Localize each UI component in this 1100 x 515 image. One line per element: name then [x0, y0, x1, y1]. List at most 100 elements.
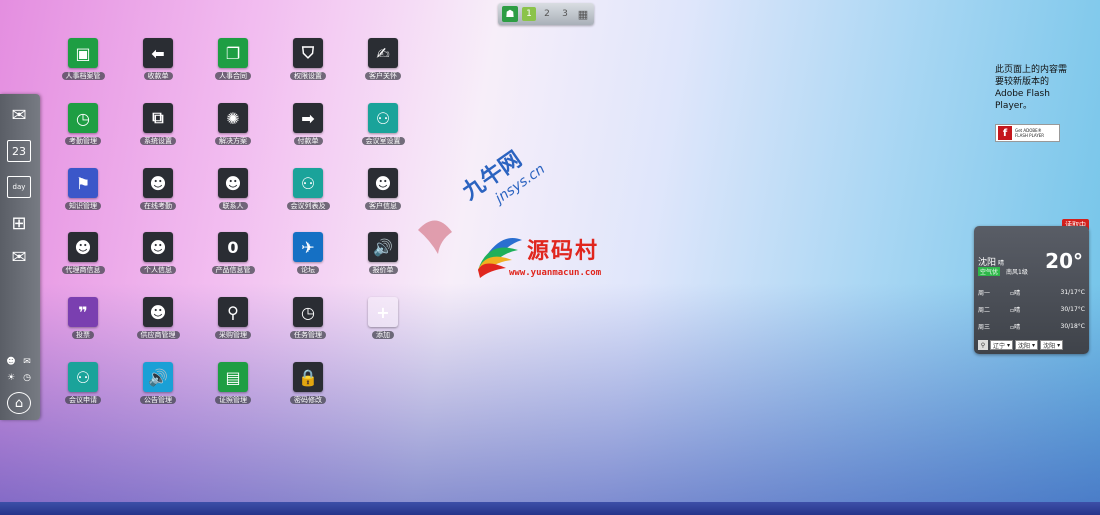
province-select[interactable]: 辽宁 ▾ [990, 340, 1014, 350]
app-label: 收款单 [123, 71, 193, 81]
app-tile[interactable]: ▣ 人事档案管 [48, 38, 118, 94]
app-tile[interactable]: ⚇ 会议申请 [48, 362, 118, 418]
app-tile[interactable]: 🔊 报价单 [348, 232, 418, 288]
mail-icon[interactable]: ✉ [7, 104, 31, 126]
forecast-range: 30/18°C [1060, 322, 1085, 330]
page-button-1[interactable]: 1 [522, 7, 536, 21]
home-page-icon[interactable]: ☗ [502, 6, 518, 22]
forecast-cond: ▫晴 [1010, 289, 1021, 297]
app-tile[interactable]: ✈ 论坛 [273, 232, 343, 288]
clock-icon[interactable]: ◷ [68, 103, 98, 133]
app-label: 付款单 [273, 136, 343, 146]
app-label: 添加 [348, 330, 418, 340]
app-label-text: 论坛 [297, 266, 319, 274]
users-icon[interactable]: ☻ [218, 168, 248, 198]
app-tile[interactable]: ❐ 人事合同 [198, 38, 268, 94]
arrow-left-icon[interactable]: ⬅ [143, 38, 173, 68]
user-icon[interactable]: ☻ [143, 168, 173, 198]
lock-icon[interactable]: 🔒 [293, 362, 323, 392]
app-tile[interactable]: ☻ 联系人 [198, 168, 268, 224]
profile-icon[interactable]: ☻ [143, 232, 173, 262]
forecast-day: 周二 [978, 306, 991, 314]
app-tile[interactable]: ⚇ 会议列表及 [273, 168, 343, 224]
product-icon[interactable]: 0 [218, 232, 248, 262]
app-label: 采购管理 [198, 330, 268, 340]
widget-add-icon[interactable]: ⊞ [7, 212, 31, 234]
day-icon[interactable]: day [7, 176, 31, 198]
app-tile[interactable]: ☻ 代理商信息 [48, 232, 118, 288]
district-select[interactable]: 沈阳 ▾ [1040, 340, 1064, 350]
search-icon[interactable]: ⚲ [218, 297, 248, 327]
page-button-2[interactable]: 2 [540, 7, 554, 21]
app-tile[interactable]: ⧉ 系统设置 [123, 103, 193, 159]
app-label-text: 客户关怀 [365, 72, 401, 80]
weather-icon[interactable]: ☀ [5, 372, 17, 384]
app-tile[interactable]: ➡ 付款单 [273, 103, 343, 159]
forum-icon[interactable]: ✈ [293, 232, 323, 262]
app-tile[interactable]: 🔒 密码修改 [273, 362, 343, 418]
app-tile[interactable]: ⛉ 权限设置 [273, 38, 343, 94]
vote-icon[interactable]: ❞ [68, 297, 98, 327]
location-icon[interactable]: ⚲ [978, 340, 988, 350]
app-label-text: 采购管理 [215, 331, 251, 339]
app-tile[interactable]: ✍ 客户关怀 [348, 38, 418, 94]
mail-alt-icon[interactable]: ✉ [7, 246, 31, 268]
app-tile[interactable]: ☻ 在线考勤 [123, 168, 193, 224]
flash-required-message: 此页面上的内容需要较新版本的 Adobe Flash Player。 [995, 65, 1068, 111]
calendar-icon[interactable]: 23 [7, 140, 31, 162]
meeting-request-icon[interactable]: ⚇ [68, 362, 98, 392]
app-label: 公告管理 [123, 395, 193, 405]
app-tile[interactable]: ⚇ 会议室设置 [348, 103, 418, 159]
app-label-text: 联系人 [218, 202, 248, 210]
weather-temperature: 20° [1045, 249, 1083, 273]
app-tile[interactable]: ⚑ 知识管理 [48, 168, 118, 224]
settings-icon[interactable]: ⧉ [143, 103, 173, 133]
speaker-icon[interactable]: 🔊 [368, 232, 398, 262]
supplier-icon[interactable]: ☻ [143, 297, 173, 327]
add-icon[interactable]: + [368, 297, 398, 327]
app-tile[interactable]: ✺ 解决方案 [198, 103, 268, 159]
app-tile[interactable]: ☻ 供应商管理 [123, 297, 193, 353]
app-tile[interactable]: ❞ 投票 [48, 297, 118, 353]
certificate-icon[interactable]: ▤ [218, 362, 248, 392]
user-add-icon[interactable]: ☻ [368, 168, 398, 198]
grid-view-icon[interactable]: ▦ [576, 7, 590, 21]
app-tile[interactable]: ☻ 个人信息 [123, 232, 193, 288]
app-label: 系统设置 [123, 136, 193, 146]
app-tile[interactable]: ▤ 证照管理 [198, 362, 268, 418]
forecast-range: 30/17°C [1060, 305, 1085, 313]
user-pen-icon[interactable]: ✍ [368, 38, 398, 68]
meeting-icon[interactable]: ⚇ [368, 103, 398, 133]
app-label: 知识管理 [48, 201, 118, 211]
city-select[interactable]: 沈阳 ▾ [1015, 340, 1039, 350]
app-tile[interactable]: ⬅ 收款单 [123, 38, 193, 94]
knowledge-icon[interactable]: ⚑ [68, 168, 98, 198]
forecast-row: 周二 ▫晴 30/17°C [978, 303, 1085, 315]
get-flash-player-button[interactable]: f Get ADOBE® FLASH PLAYER [995, 124, 1060, 142]
aperture-icon[interactable]: ✺ [218, 103, 248, 133]
message-icon[interactable]: ✉ [21, 356, 33, 368]
app-tile[interactable]: ◷ 考勤管理 [48, 103, 118, 159]
app-tile[interactable]: 0 产品信息管 [198, 232, 268, 288]
app-tile[interactable]: ◷ 任务管理 [273, 297, 343, 353]
app-tile[interactable]: 🔊 公告管理 [123, 362, 193, 418]
announce-icon[interactable]: 🔊 [143, 362, 173, 392]
contacts-icon[interactable]: ▣ [68, 38, 98, 68]
app-tile[interactable]: ⚲ 采购管理 [198, 297, 268, 353]
arrow-right-icon[interactable]: ➡ [293, 103, 323, 133]
app-tile[interactable]: ☻ 客户信息 [348, 168, 418, 224]
meeting-list-icon[interactable]: ⚇ [293, 168, 323, 198]
page-button-3[interactable]: 3 [558, 7, 572, 21]
agent-icon[interactable]: ☻ [68, 232, 98, 262]
home-icon[interactable]: ⌂ [7, 392, 31, 414]
app-tile[interactable]: + 添加 [348, 297, 418, 353]
app-label: 联系人 [198, 201, 268, 211]
windows-icon[interactable]: ❐ [218, 38, 248, 68]
app-label-text: 添加 [372, 331, 394, 339]
app-label-text: 知识管理 [65, 202, 101, 210]
app-label: 客户信息 [348, 201, 418, 211]
shield-icon[interactable]: ⛉ [293, 38, 323, 68]
user-icon[interactable]: ☻ [5, 356, 17, 368]
clock-icon[interactable]: ◷ [21, 372, 33, 384]
task-clock-icon[interactable]: ◷ [293, 297, 323, 327]
